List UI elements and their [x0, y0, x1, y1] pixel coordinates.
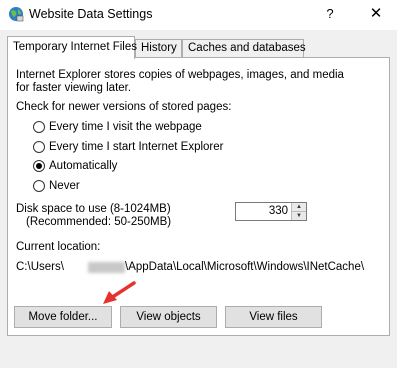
spin-down-icon[interactable]: ▼ — [292, 212, 306, 220]
radio-label: Every time I start Internet Explorer — [49, 141, 224, 153]
disk-space-spinner[interactable]: 330 ▲ ▼ — [235, 202, 307, 221]
redacted-username — [88, 262, 125, 273]
help-button[interactable]: ? — [318, 3, 342, 25]
tab-caches-and-databases[interactable]: Caches and databases — [182, 39, 306, 57]
spin-up-icon[interactable]: ▲ — [292, 203, 306, 212]
title-bar: Website Data Settings ? ✕ — [0, 0, 397, 30]
path-prefix: C:\Users\ — [16, 261, 64, 273]
internet-options-icon — [9, 7, 24, 22]
tab-history[interactable]: History — [135, 39, 182, 57]
disk-space-label: Disk space to use (8-1024MB) — [16, 203, 171, 215]
move-folder-button[interactable]: Move folder... — [14, 306, 112, 328]
disk-space-recommended: (Recommended: 50-250MB) — [26, 216, 172, 228]
description-line-1: Internet Explorer stores copies of webpa… — [16, 69, 344, 81]
view-objects-button[interactable]: View objects — [120, 306, 217, 328]
tab-panel: Internet Explorer stores copies of webpa… — [7, 57, 390, 336]
radio-label: Automatically — [49, 160, 118, 172]
radio-label: Never — [49, 180, 80, 192]
spinner-buttons: ▲ ▼ — [291, 203, 306, 220]
window-title: Website Data Settings — [29, 7, 153, 21]
radio-label: Every time I visit the webpage — [49, 121, 202, 133]
radio-button[interactable] — [33, 141, 45, 153]
close-button[interactable]: ✕ — [364, 3, 388, 25]
view-files-button[interactable]: View files — [225, 306, 322, 328]
path-suffix: \AppData\Local\Microsoft\Windows\INetCac… — [125, 261, 365, 273]
radio-button-selected[interactable] — [33, 160, 45, 172]
current-location-label: Current location: — [16, 241, 101, 253]
radio-button[interactable] — [33, 180, 45, 192]
radio-button[interactable] — [33, 121, 45, 133]
disk-space-value[interactable]: 330 — [269, 205, 288, 217]
description-line-2: for faster viewing later. — [16, 82, 132, 94]
tab-temporary-internet-files[interactable]: Temporary Internet Files — [7, 36, 137, 59]
check-heading: Check for newer versions of stored pages… — [16, 101, 232, 113]
